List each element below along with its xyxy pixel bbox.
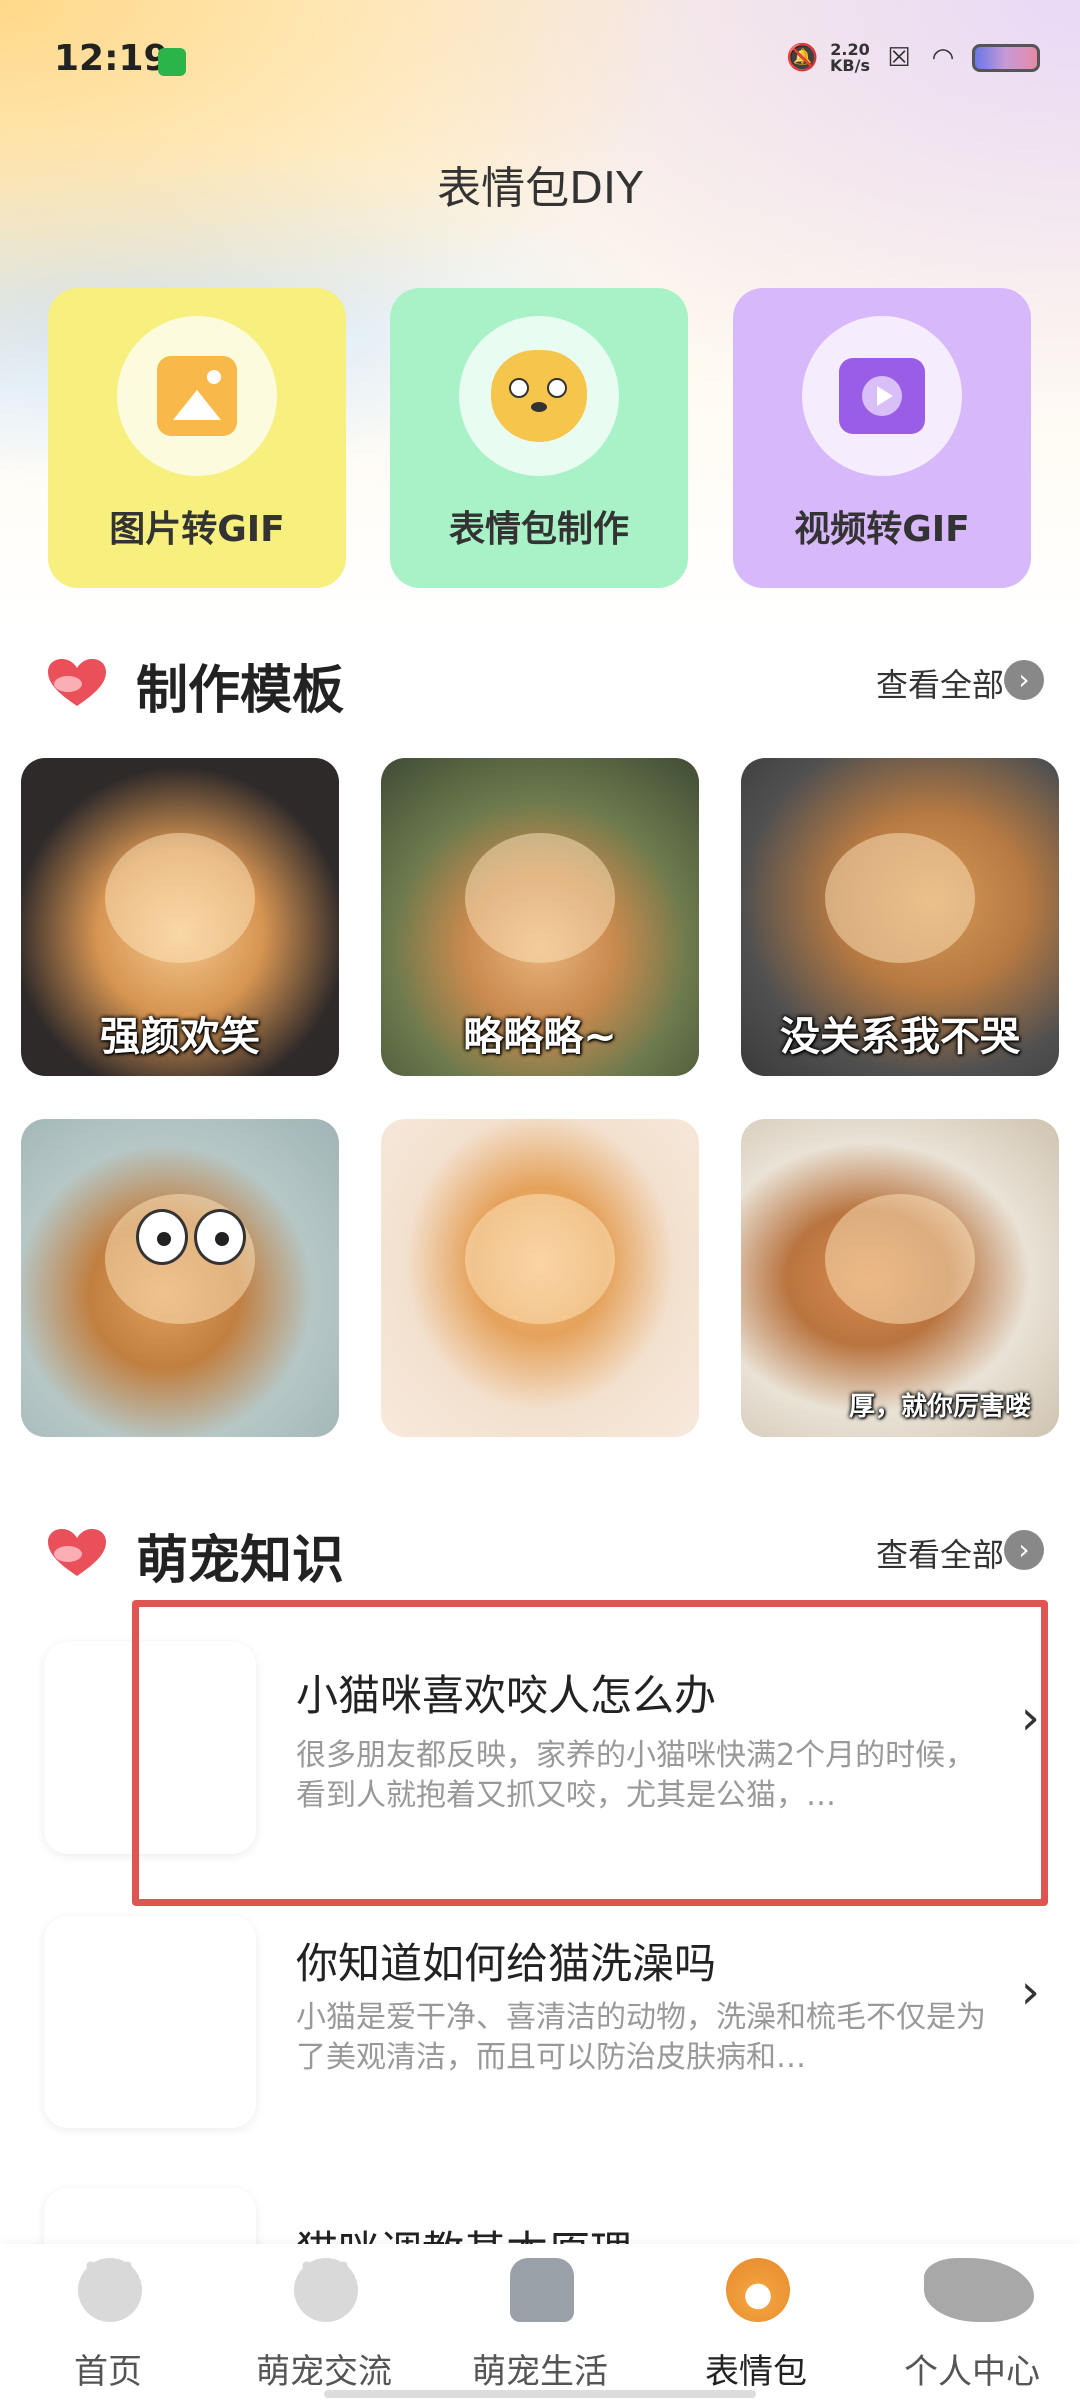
heart-icon [48, 1529, 106, 1576]
tab-memes[interactable]: 表情包 [648, 2244, 864, 2408]
tab-label: 表情包 [705, 2352, 807, 2392]
template-item[interactable]: 强颜欢笑 [21, 758, 339, 1076]
article-item[interactable]: 你知道如何给猫洗澡吗 小猫是爱干净、喜清洁的动物，洗澡和梳毛不仅是为了美观清洁，… [0, 1894, 1080, 2134]
heart-icon [48, 659, 106, 706]
article-description: 很多朋友都反映，家养的小猫咪快满2个月的时候，看到人就抱着又抓又咬，尤其是公猫，… [296, 1738, 976, 1813]
image-icon [157, 356, 237, 436]
chevron-right-icon: › [1020, 1690, 1040, 1746]
knowledge-title: 萌宠知识 [136, 1531, 345, 1591]
dog-photo [105, 832, 255, 963]
network-speed-unit: KB/s [830, 56, 870, 75]
templates-section-header: 制作模板 查看全部 › [0, 640, 1080, 721]
tab-profile[interactable]: 个人中心 [864, 2244, 1080, 2408]
network-speed: 2.20 KB/s [830, 42, 870, 74]
bottom-tab-bar: 首页 萌宠交流 萌宠生活 表情包 个人中心 [0, 2244, 1080, 2408]
doge-icon-circle [459, 316, 619, 476]
tab-home[interactable]: 首页 [0, 2244, 216, 2408]
video-to-gif-card[interactable]: 视频转GIF [733, 288, 1031, 588]
tab-label: 个人中心 [904, 2352, 1040, 2392]
doge-icon [491, 350, 587, 442]
image-to-gif-label: 图片转GIF [109, 509, 285, 550]
tab-pet-community[interactable]: 萌宠交流 [216, 2244, 432, 2408]
mute-bell-icon: 🔕 [786, 43, 819, 73]
article-description: 小猫是爱干净、喜清洁的动物，洗澡和梳毛不仅是为了美观清洁，而且可以防治皮肤病和… [296, 2000, 986, 2075]
notification-app-icon [158, 48, 186, 76]
template-caption: 没关系我不哭 [780, 1014, 1020, 1060]
paw-icon [78, 2250, 142, 2322]
status-time: 12:19 [54, 38, 169, 79]
template-caption: 强颜欢笑 [100, 1014, 260, 1060]
chevron-right-icon[interactable]: › [1004, 660, 1044, 700]
chevron-right-icon: › [1020, 1964, 1040, 2020]
paw-icon [294, 2250, 358, 2322]
templates-title: 制作模板 [136, 661, 345, 721]
cat-icon [924, 2258, 1034, 2322]
dog-photo [825, 1193, 975, 1324]
article-title: 你知道如何给猫洗澡吗 [296, 1939, 717, 1988]
templates-view-all-link[interactable]: 查看全部 [876, 660, 1004, 706]
tab-label: 萌宠生活 [472, 2352, 608, 2392]
shiba-icon [726, 2258, 790, 2322]
article-item[interactable]: 小猫咪喜欢咬人怎么办 很多朋友都反映，家养的小猫咪快满2个月的时候，看到人就抱着… [0, 1620, 1080, 1860]
home-indicator[interactable] [324, 2390, 756, 2398]
tab-label: 萌宠交流 [256, 2352, 392, 2392]
knowledge-view-all-link[interactable]: 查看全部 [876, 1530, 1004, 1576]
template-item[interactable]: 略略略~ [381, 758, 699, 1076]
knowledge-section-header: 萌宠知识 查看全部 › [0, 1510, 1080, 1591]
chevron-right-icon[interactable]: › [1004, 1530, 1044, 1570]
status-bar: 12:19 🔕 2.20 KB/s ☒ ◠ [0, 0, 1080, 120]
template-caption: 厚，就你厉害喽 [848, 1392, 1031, 1422]
dog-photo [825, 832, 975, 963]
article-thumbnail [44, 1642, 256, 1854]
template-item[interactable] [381, 1119, 699, 1437]
pet-bowl-icon [510, 2258, 574, 2322]
template-item[interactable] [21, 1119, 339, 1437]
tab-pet-life[interactable]: 萌宠生活 [432, 2244, 648, 2408]
no-sim-icon: ☒ [887, 43, 911, 73]
template-caption: 略略略~ [463, 1014, 617, 1060]
image-icon-circle [117, 316, 277, 476]
article-title: 小猫咪喜欢咬人怎么办 [296, 1671, 717, 1720]
page-title: 表情包DIY [437, 163, 643, 214]
dog-photo [465, 1193, 615, 1324]
video-to-gif-label: 视频转GIF [794, 509, 970, 550]
image-to-gif-card[interactable]: 图片转GIF [48, 288, 346, 588]
meme-maker-card[interactable]: 表情包制作 [390, 288, 688, 588]
article-thumbnail [44, 1916, 256, 2128]
template-item[interactable]: 厚，就你厉害喽 [741, 1119, 1059, 1437]
wifi-icon: ◠ [931, 43, 955, 73]
video-icon-circle [802, 316, 962, 476]
status-icons: 🔕 2.20 KB/s ☒ ◠ [786, 42, 1040, 74]
template-item[interactable]: 没关系我不哭 [741, 758, 1059, 1076]
video-play-icon [839, 358, 925, 434]
googly-eyes [136, 1209, 246, 1265]
tab-label: 首页 [74, 2352, 142, 2392]
meme-maker-label: 表情包制作 [448, 509, 629, 550]
dog-photo [465, 832, 615, 963]
battery-icon [972, 44, 1040, 72]
